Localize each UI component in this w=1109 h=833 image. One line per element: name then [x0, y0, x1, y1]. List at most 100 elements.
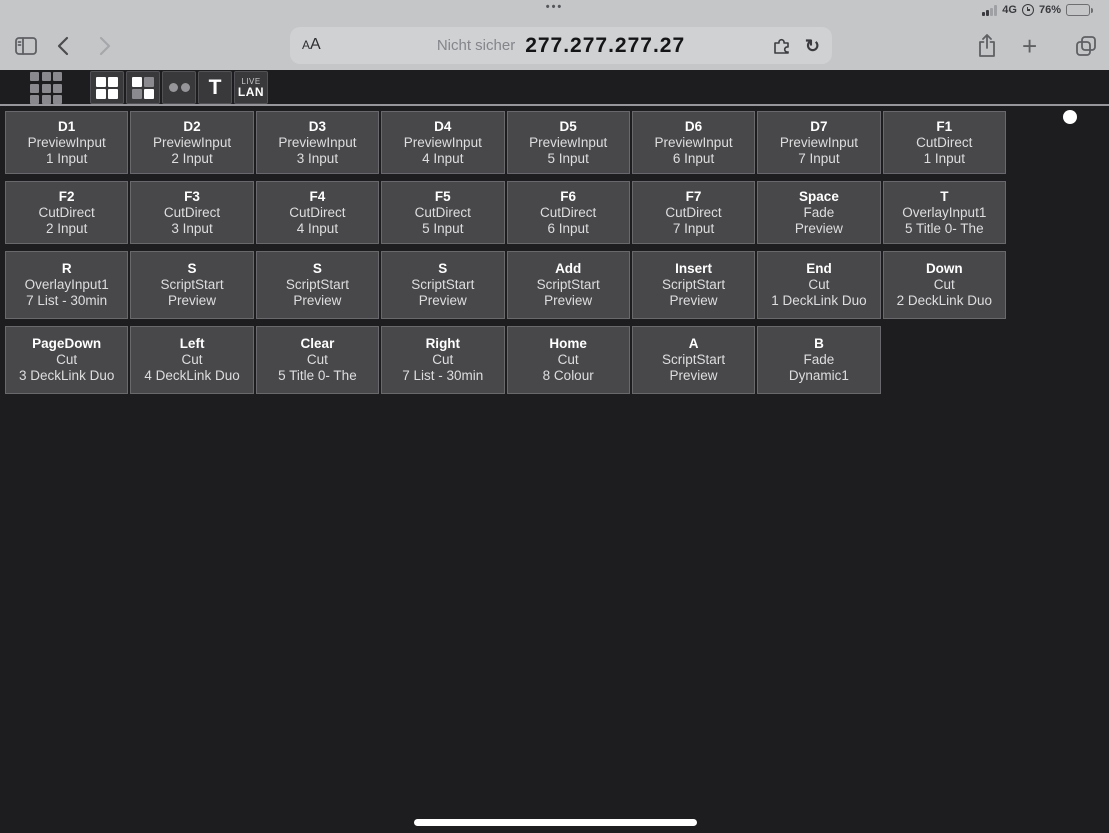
- shortcut-button-f4[interactable]: F4CutDirect4 Input: [256, 181, 379, 244]
- shortcut-target-label: 4 DeckLink Duo: [144, 368, 239, 384]
- address-bar[interactable]: AA Nicht sicher 277.277.277.27 ↻: [290, 27, 832, 64]
- shortcut-function-label: Fade: [804, 352, 835, 368]
- shortcut-button-a[interactable]: AScriptStartPreview: [632, 326, 755, 394]
- extensions-puzzle-icon: [772, 36, 792, 56]
- shortcut-key-label: Clear: [301, 336, 335, 352]
- shortcut-target-label: 3 Input: [171, 221, 212, 237]
- shortcut-key-label: S: [438, 261, 447, 277]
- shortcut-function-label: Cut: [56, 352, 77, 368]
- shortcut-target-label: 3 Input: [297, 151, 338, 167]
- battery-percent-label: 76%: [1039, 4, 1061, 16]
- sidebar-toggle-button[interactable]: [14, 36, 38, 56]
- shortcut-key-label: S: [313, 261, 322, 277]
- shortcut-target-label: 4 Input: [297, 221, 338, 237]
- shortcut-target-label: 7 List - 30min: [26, 293, 107, 309]
- shortcut-button-d3[interactable]: D3PreviewInput3 Input: [256, 111, 379, 174]
- shortcut-button-f5[interactable]: F5CutDirect5 Input: [381, 181, 504, 244]
- shortcut-function-label: OverlayInput1: [902, 205, 986, 221]
- shortcut-target-label: 2 Input: [46, 221, 87, 237]
- status-bar-right: 4G 76%: [982, 4, 1093, 16]
- shortcut-function-label: PreviewInput: [655, 135, 733, 151]
- tabs-overview-button[interactable]: [1074, 34, 1098, 58]
- shortcut-function-label: Cut: [432, 352, 453, 368]
- shortcut-key-label: D1: [58, 119, 75, 135]
- share-icon: [976, 33, 998, 59]
- shortcut-function-label: CutDirect: [164, 205, 220, 221]
- shortcut-target-label: 5 Title 0- The: [905, 221, 984, 237]
- shortcut-function-label: CutDirect: [39, 205, 95, 221]
- shortcut-button-d1[interactable]: D1PreviewInput1 Input: [5, 111, 128, 174]
- shortcut-button-right[interactable]: RightCut7 List - 30min: [381, 326, 504, 394]
- shortcut-button-add[interactable]: AddScriptStartPreview: [507, 251, 630, 319]
- shortcut-grid: D1PreviewInput1 InputD2PreviewInput2 Inp…: [5, 111, 1006, 401]
- shortcut-function-label: Cut: [182, 352, 203, 368]
- safari-chrome: ••• 4G 76%: [0, 0, 1109, 70]
- shortcut-target-label: 2 DeckLink Duo: [897, 293, 992, 309]
- shortcut-function-label: ScriptStart: [161, 277, 224, 293]
- home-indicator[interactable]: [414, 819, 697, 826]
- shortcut-button-f2[interactable]: F2CutDirect2 Input: [5, 181, 128, 244]
- shortcut-button-d7[interactable]: D7PreviewInput7 Input: [757, 111, 880, 174]
- forward-button[interactable]: [98, 36, 112, 56]
- shortcut-target-label: 5 Title 0- The: [278, 368, 357, 384]
- live-lan-button[interactable]: LIVE LAN: [234, 71, 268, 104]
- multiview-button[interactable]: [90, 71, 124, 104]
- shortcut-target-label: Preview: [670, 293, 718, 309]
- preview-program-button[interactable]: [126, 71, 160, 104]
- shortcut-button-s[interactable]: SScriptStartPreview: [381, 251, 504, 319]
- shortcut-button-f7[interactable]: F7CutDirect7 Input: [632, 181, 755, 244]
- shortcut-button-left[interactable]: LeftCut4 DeckLink Duo: [130, 326, 253, 394]
- shortcut-target-label: 1 Input: [924, 151, 965, 167]
- shortcut-button-f1[interactable]: F1CutDirect1 Input: [883, 111, 1006, 174]
- shortcuts-grid-icon[interactable]: [30, 72, 62, 104]
- shortcut-button-b[interactable]: BFadeDynamic1: [757, 326, 880, 394]
- title-t-icon: T: [209, 77, 222, 98]
- shortcut-button-pagedown[interactable]: PageDownCut3 DeckLink Duo: [5, 326, 128, 394]
- shortcut-target-label: 6 Input: [548, 221, 589, 237]
- shortcut-button-s[interactable]: SScriptStartPreview: [256, 251, 379, 319]
- back-button[interactable]: [56, 36, 70, 56]
- cellular-signal-icon: [982, 5, 997, 16]
- shortcut-function-label: Fade: [804, 205, 835, 221]
- shortcut-key-label: F1: [936, 119, 952, 135]
- shortcut-key-label: End: [806, 261, 832, 277]
- shortcut-button-f3[interactable]: F3CutDirect3 Input: [130, 181, 253, 244]
- shortcut-button-d6[interactable]: D6PreviewInput6 Input: [632, 111, 755, 174]
- clock-icon: [1022, 4, 1034, 16]
- address-bar-actions: ↻: [772, 27, 820, 64]
- shortcut-button-t[interactable]: TOverlayInput15 Title 0- The: [883, 181, 1006, 244]
- new-tab-button[interactable]: +: [1022, 33, 1037, 59]
- shortcut-function-label: ScriptStart: [286, 277, 349, 293]
- shortcut-button-r[interactable]: ROverlayInput17 List - 30min: [5, 251, 128, 319]
- shortcut-key-label: F7: [686, 189, 702, 205]
- shortcut-target-label: Preview: [544, 293, 592, 309]
- shortcut-button-end[interactable]: EndCut1 DeckLink Duo: [757, 251, 880, 319]
- reload-button[interactable]: ↻: [805, 37, 820, 55]
- shortcut-button-s[interactable]: SScriptStartPreview: [130, 251, 253, 319]
- tally-button[interactable]: [162, 71, 196, 104]
- share-button[interactable]: [976, 33, 998, 59]
- shortcut-button-d5[interactable]: D5PreviewInput5 Input: [507, 111, 630, 174]
- shortcut-button-home[interactable]: HomeCut8 Colour: [507, 326, 630, 394]
- network-type-label: 4G: [1002, 4, 1017, 16]
- extensions-button[interactable]: [772, 36, 792, 56]
- titles-button[interactable]: T: [198, 71, 232, 104]
- shortcut-button-insert[interactable]: InsertScriptStartPreview: [632, 251, 755, 319]
- shortcut-function-label: PreviewInput: [28, 135, 106, 151]
- shortcut-button-f6[interactable]: F6CutDirect6 Input: [507, 181, 630, 244]
- shortcut-button-d4[interactable]: D4PreviewInput4 Input: [381, 111, 504, 174]
- shortcut-row: D1PreviewInput1 InputD2PreviewInput2 Inp…: [5, 111, 1006, 174]
- url-label: 277.277.277.27: [525, 34, 685, 58]
- not-secure-label: Nicht sicher: [437, 37, 515, 54]
- multitask-handle[interactable]: •••: [546, 1, 564, 13]
- shortcut-button-d2[interactable]: D2PreviewInput2 Input: [130, 111, 253, 174]
- shortcut-function-label: CutDirect: [665, 205, 721, 221]
- shortcut-key-label: R: [62, 261, 72, 277]
- shortcut-key-label: A: [689, 336, 699, 352]
- shortcut-button-space[interactable]: SpaceFadePreview: [757, 181, 880, 244]
- shortcut-target-label: 5 Input: [548, 151, 589, 167]
- shortcut-key-label: Space: [799, 189, 839, 205]
- shortcut-button-down[interactable]: DownCut2 DeckLink Duo: [883, 251, 1006, 319]
- shortcut-button-clear[interactable]: ClearCut5 Title 0- The: [256, 326, 379, 394]
- view-switcher: T LIVE LAN: [90, 71, 268, 104]
